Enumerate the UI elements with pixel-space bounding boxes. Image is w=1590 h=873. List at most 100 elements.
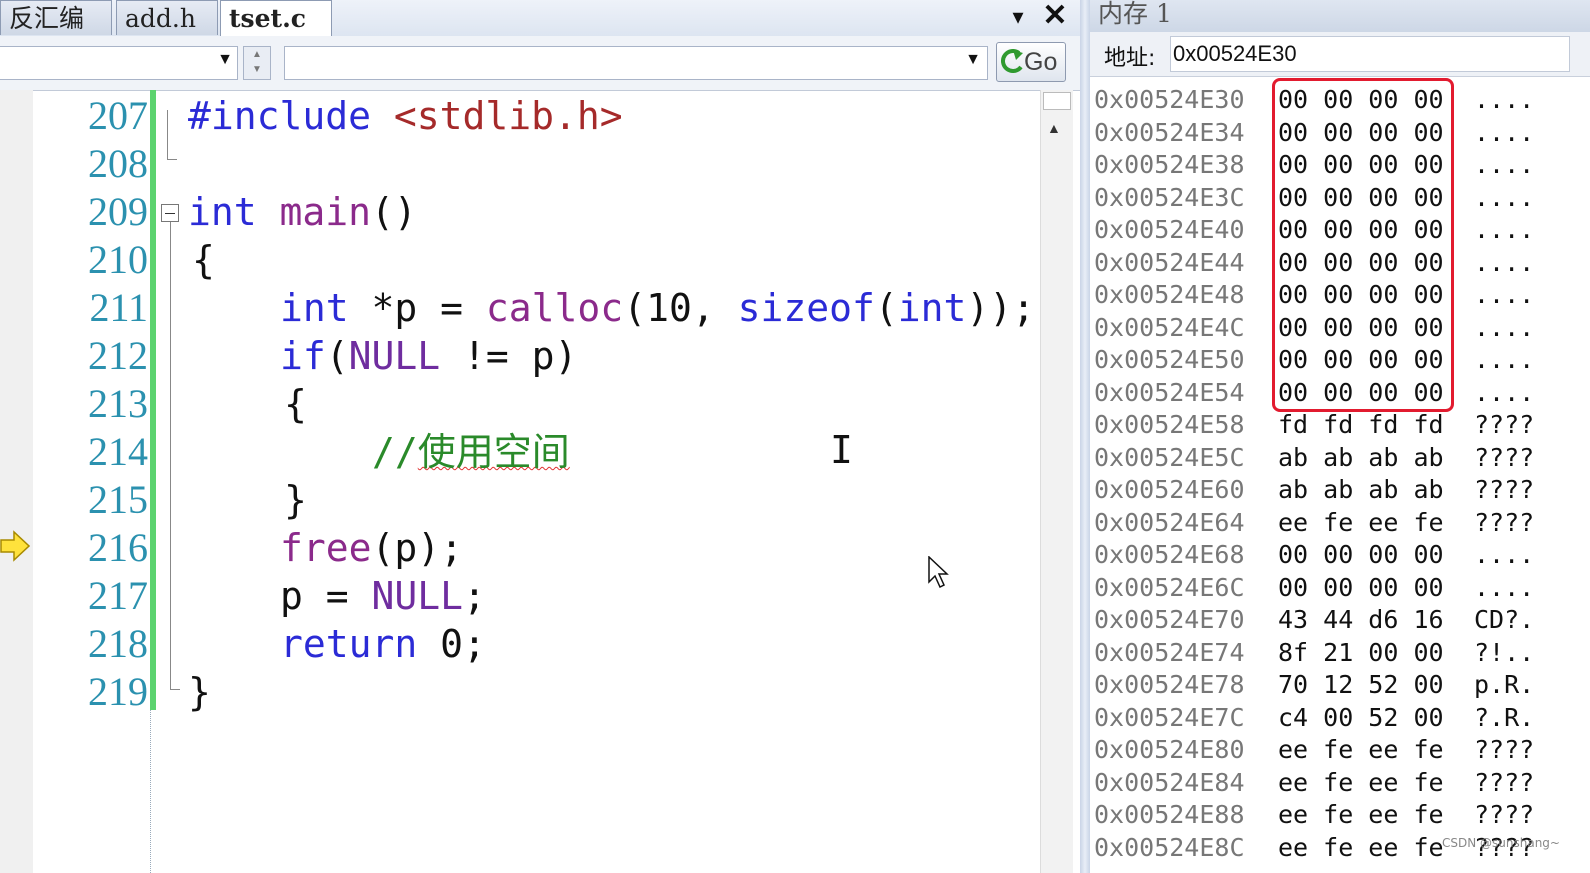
memory-address: 0x00524E30 [1094,85,1245,114]
memory-row: 0x00524E84 ee fe ee fe???? [1090,767,1590,799]
memory-bytes: ab ab ab ab [1278,475,1444,504]
comment-slashes: // [372,430,418,474]
memory-address: 0x00524E74 [1094,637,1245,667]
member-dropdown[interactable]: ▼ [284,46,988,80]
scroll-up-icon[interactable]: ▲ [1047,120,1061,136]
memory-address: 0x00524E78 [1094,670,1245,699]
memory-ascii: ?!.. [1474,637,1535,667]
code-line-217: p = NULL; [280,572,486,620]
preprocessor-directive: #include [188,94,372,138]
memory-bytes: ee fe ee fe [1278,507,1444,537]
outline-line [170,222,171,690]
memory-ascii: ???? [1474,735,1535,764]
memory-address: 0x00524E80 [1094,735,1245,764]
tab-disassembly[interactable]: 反汇编 [0,0,112,35]
memory-address: 0x00524E40 [1094,215,1245,244]
go-button[interactable]: Go [996,42,1066,82]
memory-bytes: ee fe ee fe [1278,767,1444,797]
macro: NULL [348,334,441,378]
memory-row: 0x00524E58 fd fd fd fd???? [1090,409,1590,441]
memory-address: 0x00524E3C [1094,182,1245,212]
memory-address: 0x00524E8C [1094,832,1245,862]
code-editor-pane: 反汇编 add.h tset.c ▾ ✕ ▼ ▲ ▼ ▼ Go 207 208 2… [0,0,1081,873]
memory-ascii: ???? [1474,507,1535,537]
memory-bytes: 43 44 d6 16 [1278,605,1444,634]
code-line-210: { [192,236,215,284]
memory-ascii: ???? [1474,410,1535,439]
keyword: return [280,622,418,666]
line-number: 214 [88,429,148,474]
line-number: 209 [88,189,148,234]
chevron-down-icon[interactable]: ▼ [965,51,981,69]
macro: NULL [371,574,464,618]
line-number: 212 [88,333,148,378]
memory-address: 0x00524E54 [1094,377,1245,407]
memory-ascii: .... [1474,182,1535,212]
code-line-213: { [284,380,307,428]
tab-list-dropdown-icon[interactable]: ▾ [1005,2,1031,32]
code-text: ( [325,334,349,378]
memory-row: 0x00524E80 ee fe ee fe???? [1090,734,1590,766]
code-line-216: free(p); [280,524,463,572]
memory-bytes: ee fe ee fe [1278,735,1444,764]
memory-row: 0x00524E7C c4 00 52 00 ?.R. [1090,702,1590,734]
memory-ascii: CD?. [1474,605,1535,634]
include-path: <stdlib.h> [371,94,623,138]
code-line-207: #include <stdlib.h> [188,92,623,140]
pane-splitter[interactable] [1080,0,1090,873]
outline-rail [150,710,152,873]
memory-address: 0x00524E38 [1094,150,1245,179]
outline-line [167,159,177,160]
memory-address: 0x00524E7C [1094,702,1245,732]
keyword: if [280,334,326,378]
memory-ascii: .... [1474,85,1535,114]
scrollbar-thumb[interactable] [1043,92,1071,110]
document-tab-bar: 反汇编 add.h tset.c ▾ ✕ [0,0,1080,37]
memory-ascii: .... [1474,312,1535,342]
memory-ascii: ???? [1474,475,1535,504]
memory-ascii: .... [1474,377,1535,407]
tab-tset-c[interactable]: tset.c [220,0,332,37]
memory-ascii: .... [1474,215,1535,244]
spin-button[interactable]: ▲ ▼ [243,46,271,80]
memory-bytes: ab ab ab ab [1278,442,1444,472]
memory-bytes: 8f 21 00 00 [1278,637,1444,667]
close-tab-icon[interactable]: ✕ [1040,0,1070,32]
memory-row: 0x00524E60 ab ab ab ab???? [1090,474,1590,506]
memory-address: 0x00524E34 [1094,117,1245,147]
code-line-215: } [284,476,307,524]
code-text: () [371,190,417,234]
function-name: free [280,526,372,570]
code-text: (10, [623,286,738,330]
memory-row: 0x00524E64 ee fe ee fe???? [1090,507,1590,539]
memory-ascii: .... [1474,150,1535,179]
memory-ascii: .... [1474,247,1535,277]
memory-ascii: .... [1474,117,1535,147]
memory-address: 0x00524E4C [1094,312,1245,342]
outline-line [170,689,180,690]
memory-row: 0x00524E74 8f 21 00 00?!.. [1090,637,1590,669]
indicator-margin[interactable] [0,90,33,873]
go-label: Go [1024,48,1058,76]
memory-address: 0x00524E50 [1094,345,1245,374]
memory-address: 0x00524E68 [1094,540,1245,569]
collapse-toggle-icon[interactable] [161,204,179,222]
memory-bytes: c4 00 52 00 [1278,702,1444,732]
code-text: ; [463,574,486,618]
scope-dropdown[interactable]: ▼ [0,46,238,80]
memory-address: 0x00524E88 [1094,800,1245,829]
memory-bytes: 00 00 00 00 [1278,572,1444,602]
chevron-down-icon[interactable]: ▼ [217,51,233,69]
tab-add-h[interactable]: add.h [116,0,218,35]
code-text-area[interactable]: #include <stdlib.h> int main() { int *p … [188,90,1038,873]
outline-line [167,110,168,160]
memory-address: 0x00524E48 [1094,280,1245,309]
memory-ascii: ???? [1474,767,1535,797]
memory-ascii: ?.R. [1474,702,1535,732]
memory-row: 0x00524E78 70 12 52 00 p.R. [1090,669,1590,701]
code-line-209: int main() [188,188,417,236]
vertical-scrollbar[interactable]: ▲ [1040,90,1073,873]
memory-address: 0x00524E44 [1094,247,1245,277]
address-input[interactable]: 0x00524E30 [1170,36,1570,72]
code-line-214: //使用空间 [372,428,570,476]
